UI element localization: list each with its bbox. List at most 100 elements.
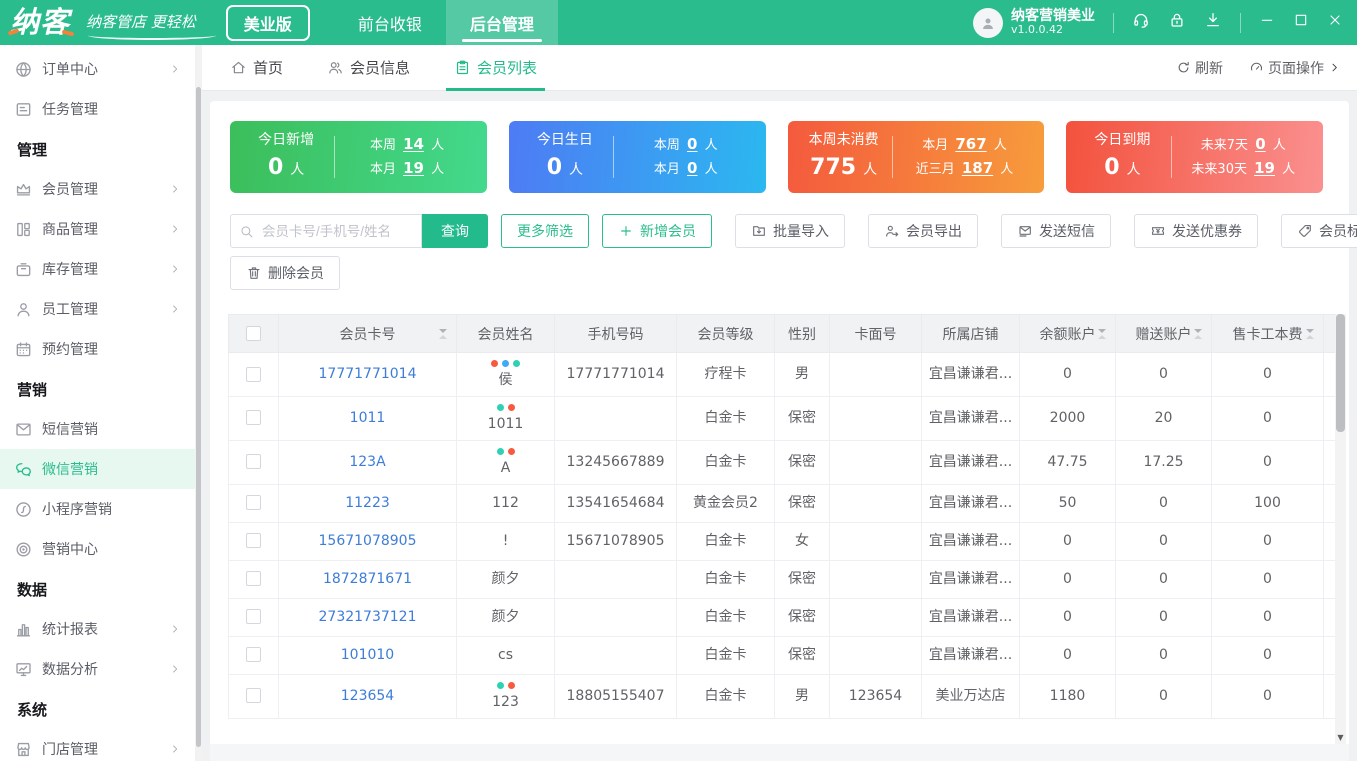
- member-card-link[interactable]: 123A: [349, 454, 385, 470]
- column-header[interactable]: 赠送账户: [1116, 315, 1212, 353]
- member-card-link[interactable]: 15671078905: [319, 533, 417, 549]
- member-card-link[interactable]: 1872871671: [323, 571, 412, 587]
- row-checkbox[interactable]: [246, 688, 261, 703]
- member-card-link[interactable]: 101010: [341, 647, 394, 663]
- slogan-text: 纳客管店 更轻松: [86, 13, 196, 31]
- cell-gender: 保密: [775, 636, 830, 674]
- member-card-link[interactable]: 123654: [341, 688, 394, 704]
- topnav-tab[interactable]: 前台收银: [334, 0, 446, 45]
- sidebar-item[interactable]: 统计报表: [0, 609, 202, 649]
- tag-dot: [508, 404, 515, 411]
- sort-carets[interactable]: [1194, 329, 1202, 339]
- sidebar-item[interactable]: 营销中心: [0, 529, 202, 569]
- sidebar-item[interactable]: 预约管理: [0, 329, 202, 369]
- topnav-tab[interactable]: 后台管理: [446, 0, 558, 45]
- store-icon: [14, 740, 33, 759]
- member-card-link[interactable]: 1011: [350, 410, 386, 426]
- download-button[interactable]: [1204, 11, 1222, 34]
- row-checkbox[interactable]: [246, 609, 261, 624]
- tag-dot: [508, 448, 515, 455]
- delete-member-button[interactable]: 删除会员: [230, 256, 340, 290]
- column-header[interactable]: 售卡工本费: [1212, 315, 1324, 353]
- sort-carets[interactable]: [439, 329, 447, 339]
- row-checkbox[interactable]: [246, 533, 261, 548]
- page-tab[interactable]: 会员信息: [327, 45, 410, 91]
- sidebar-item[interactable]: 会员管理: [0, 169, 202, 209]
- refresh-button[interactable]: 刷新: [1176, 58, 1223, 78]
- cell-store: 宜昌谦谦君...: [922, 440, 1020, 484]
- download-icon: [1204, 11, 1222, 34]
- sms-icon: [14, 420, 33, 439]
- sidebar-item[interactable]: 任务管理: [0, 89, 202, 129]
- sidebar-scrollbar-thumb[interactable]: [196, 87, 201, 747]
- sidebar-item[interactable]: 商品管理: [0, 209, 202, 249]
- sidebar-item[interactable]: 订单中心: [0, 49, 202, 89]
- cell-gift: 0: [1116, 674, 1212, 718]
- toolbar-button[interactable]: 发送短信: [1001, 214, 1111, 248]
- toolbar-button[interactable]: 新增会员: [602, 214, 712, 248]
- sort-asc-icon[interactable]: [1098, 335, 1106, 339]
- row-checkbox[interactable]: [246, 410, 261, 425]
- close-button[interactable]: [1327, 12, 1343, 33]
- toolbar-button[interactable]: 会员标签: [1281, 214, 1357, 248]
- chevron-right-icon: [169, 263, 181, 275]
- column-header-label: 赠送账户: [1136, 327, 1192, 343]
- user-account[interactable]: 纳客营销美业 v1.0.0.42: [973, 8, 1095, 38]
- cell-card-no: 1011: [279, 396, 457, 440]
- row-checkbox[interactable]: [246, 367, 261, 382]
- sort-desc-icon[interactable]: [1098, 329, 1106, 333]
- sidebar-item[interactable]: 小程序营销: [0, 489, 202, 529]
- table-scrollbar[interactable]: ▼: [1335, 314, 1346, 744]
- page-tab-label: 会员列表: [477, 57, 537, 78]
- page-tab-label: 会员信息: [350, 57, 410, 78]
- search-button[interactable]: 查询: [422, 214, 488, 248]
- scrollbar-down-arrow[interactable]: ▼: [1335, 733, 1346, 743]
- sidebar-item[interactable]: 员工管理: [0, 289, 202, 329]
- member-card-link[interactable]: 17771771014: [319, 366, 417, 382]
- sidebar-item[interactable]: 短信营销: [0, 409, 202, 449]
- toolbar-button[interactable]: 更多筛选: [501, 214, 589, 248]
- toolbar-button[interactable]: 批量导入: [735, 214, 845, 248]
- row-checkbox[interactable]: [246, 571, 261, 586]
- sort-carets[interactable]: [1098, 329, 1106, 339]
- column-header[interactable]: 会员卡号: [279, 315, 457, 353]
- target-icon: [14, 540, 33, 559]
- stat-details: 本周 0 人本月 0 人: [614, 133, 757, 181]
- sort-carets[interactable]: [1306, 329, 1314, 339]
- cell-store: 宜昌谦谦君...: [922, 522, 1020, 560]
- sort-desc-icon[interactable]: [1194, 329, 1202, 333]
- column-header[interactable]: 余额账户: [1020, 315, 1116, 353]
- sidebar-scrollbar[interactable]: [195, 45, 202, 761]
- toolbar-button[interactable]: 会员导出: [868, 214, 978, 248]
- refresh-label: 刷新: [1195, 58, 1223, 78]
- search-input[interactable]: [260, 223, 413, 240]
- row-checkbox[interactable]: [246, 647, 261, 662]
- member-card-link[interactable]: 11223: [345, 495, 390, 511]
- edition-badge[interactable]: 美业版: [226, 5, 310, 41]
- row-checkbox[interactable]: [246, 495, 261, 510]
- member-table-wrap: 会员卡号会员姓名手机号码会员等级性别卡面号所属店铺余额账户赠送账户售卡工本费17…: [228, 314, 1340, 719]
- sort-desc-icon[interactable]: [1306, 329, 1314, 333]
- sort-asc-icon[interactable]: [1194, 335, 1202, 339]
- sort-desc-icon[interactable]: [439, 329, 447, 333]
- page-ops-button[interactable]: 页面操作: [1249, 58, 1341, 78]
- support-button[interactable]: [1132, 11, 1150, 34]
- table-scrollbar-thumb[interactable]: [1336, 314, 1345, 432]
- row-checkbox[interactable]: [246, 454, 261, 469]
- minimize-button[interactable]: [1259, 12, 1275, 33]
- sidebar-item[interactable]: 微信营销: [0, 449, 202, 489]
- sort-asc-icon[interactable]: [439, 335, 447, 339]
- select-all-checkbox[interactable]: [246, 326, 261, 341]
- sidebar-item[interactable]: 库存管理: [0, 249, 202, 289]
- sidebar-item[interactable]: 门店管理: [0, 729, 202, 761]
- lock-button[interactable]: [1168, 11, 1186, 34]
- member-card-link[interactable]: 27321737121: [319, 609, 417, 625]
- sidebar-item[interactable]: 数据分析: [0, 649, 202, 689]
- page-tab[interactable]: 会员列表: [454, 45, 537, 91]
- sort-asc-icon[interactable]: [1306, 335, 1314, 339]
- page-tab[interactable]: 首页: [230, 45, 283, 91]
- member-name-text: 侯: [461, 371, 550, 390]
- toolbar-button[interactable]: 发送优惠券: [1134, 214, 1258, 248]
- sidebar-section-label: 系统: [0, 689, 202, 729]
- maximize-button[interactable]: [1293, 12, 1309, 33]
